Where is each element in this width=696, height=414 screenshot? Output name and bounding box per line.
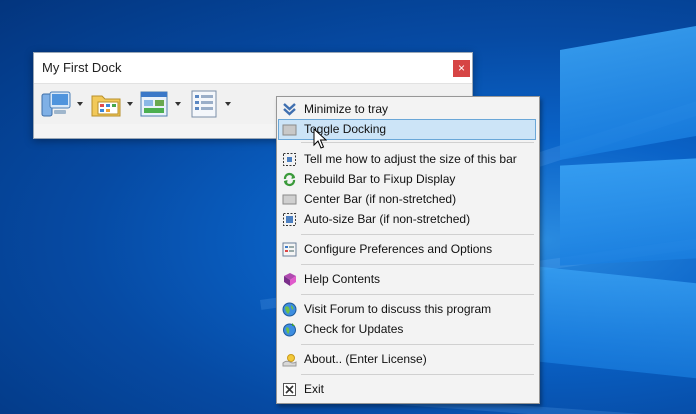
- menu-item-label: Minimize to tray: [304, 102, 389, 116]
- help-book-icon: [284, 273, 296, 286]
- update-globe-icon: [283, 323, 296, 337]
- double-chevron-down-icon: [283, 103, 296, 116]
- menu-item-label: Exit: [304, 382, 325, 396]
- windows-logo-pane: [540, 266, 696, 379]
- menu-item-about[interactable]: About.. (Enter License): [279, 350, 535, 369]
- about-sun-icon: [282, 354, 297, 367]
- list-view-icon: [191, 90, 217, 118]
- menu-item-label: Check for Updates: [304, 322, 404, 336]
- menu-item-label: About.. (Enter License): [304, 352, 427, 366]
- menu-item-center-bar[interactable]: Center Bar (if non-stretched): [279, 190, 535, 209]
- dock-titlebar[interactable]: My First Dock ×: [34, 53, 472, 83]
- close-button[interactable]: ×: [453, 60, 470, 77]
- menu-item-help-contents[interactable]: Help Contents: [279, 270, 535, 289]
- preferences-icon: [282, 242, 297, 257]
- window-title: My First Dock: [42, 60, 122, 75]
- menu-item-label: Help Contents: [304, 272, 381, 286]
- menu-item-label: Rebuild Bar to Fixup Display: [304, 172, 456, 186]
- menu-item-visit-forum[interactable]: Visit Forum to discuss this program: [279, 300, 535, 319]
- windows-logo-pane: [560, 26, 696, 160]
- menu-separator: [301, 374, 534, 375]
- menu-item-rebuild-bar[interactable]: Rebuild Bar to Fixup Display: [279, 170, 535, 189]
- menu-separator: [301, 234, 534, 235]
- menu-item-label: Visit Forum to discuss this program: [304, 302, 492, 316]
- menu-item-configure-preferences[interactable]: Configure Preferences and Options: [279, 240, 535, 259]
- list-view-button[interactable]: [188, 88, 232, 120]
- my-computer-button[interactable]: [40, 88, 84, 120]
- center-bar-icon: [282, 194, 297, 205]
- close-icon: ×: [457, 61, 465, 75]
- rebuild-arrows-icon: [283, 172, 296, 187]
- resize-frame-icon: [283, 153, 296, 166]
- my-computer-icon: [41, 91, 71, 117]
- menu-separator: [301, 344, 534, 345]
- windows-logo-pane: [560, 158, 696, 266]
- menu-item-auto-size-bar[interactable]: Auto-size Bar (if non-stretched): [279, 210, 535, 229]
- menu-item-adjust-size-help[interactable]: Tell me how to adjust the size of this b…: [279, 150, 535, 169]
- menu-separator: [301, 264, 534, 265]
- menu-item-exit[interactable]: Exit: [279, 380, 535, 399]
- control-panel-button[interactable]: [138, 88, 182, 120]
- folders-icon: [91, 95, 121, 117]
- menu-item-check-updates[interactable]: Check for Updates: [279, 320, 535, 339]
- globe-icon: [282, 302, 297, 317]
- folders-button[interactable]: [90, 88, 134, 120]
- menu-separator: [301, 142, 534, 143]
- control-panel-icon: [140, 91, 168, 117]
- menu-item-label: Auto-size Bar (if non-stretched): [304, 212, 471, 226]
- menu-item-label: Configure Preferences and Options: [304, 242, 493, 256]
- menu-item-minimize-to-tray[interactable]: Minimize to tray: [279, 100, 535, 119]
- dock-toggle-icon: [282, 124, 297, 136]
- menu-item-label: Tell me how to adjust the size of this b…: [304, 152, 517, 166]
- menu-item-label: Center Bar (if non-stretched): [304, 192, 457, 206]
- menu-separator: [301, 294, 534, 295]
- autosize-frame-icon: [283, 213, 296, 226]
- exit-x-icon: [283, 383, 296, 396]
- mouse-cursor-icon: [313, 128, 327, 149]
